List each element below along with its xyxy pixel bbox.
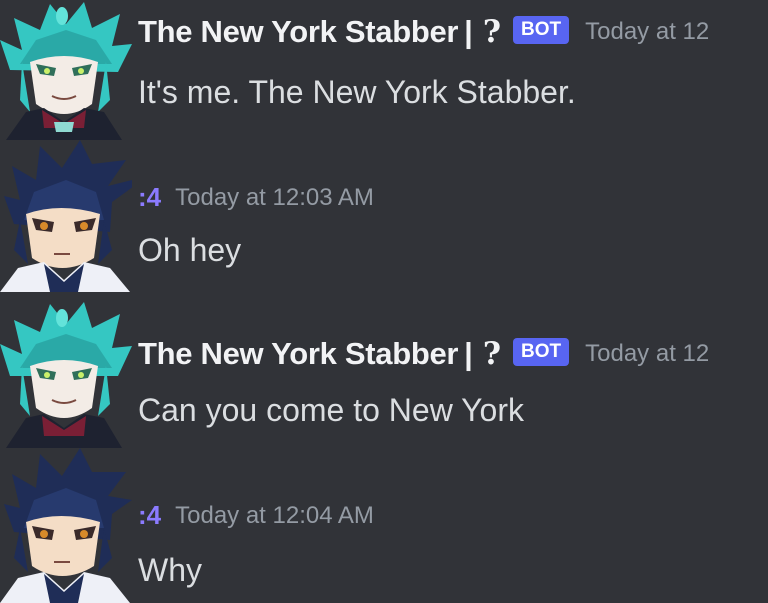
username[interactable]: The New York Stabber [138, 14, 458, 50]
username[interactable]: :4 [138, 500, 161, 531]
bot-badge: BOT [513, 16, 570, 44]
bot-badge: BOT [513, 338, 570, 366]
message-header: The New York Stabber | ? BOT Today at 12 [138, 14, 709, 50]
timestamp[interactable]: Today at 12 [585, 340, 709, 368]
timestamp[interactable]: Today at 12:03 AM [175, 184, 374, 212]
message-text: It's me. The New York Stabber. [138, 74, 576, 110]
message-text: Why [138, 552, 202, 588]
name-separator: | [464, 336, 473, 371]
username[interactable]: The New York Stabber [138, 336, 458, 372]
message-group: :4 Today at 12:04 AM Why [0, 448, 768, 603]
name-decoration: ? [482, 336, 502, 372]
message-text: Can you come to New York [138, 392, 524, 428]
chat-log: The New York Stabber | ? BOT Today at 12… [0, 0, 768, 603]
name-decoration: ? [482, 14, 502, 50]
message-header: The New York Stabber | ? BOT Today at 12 [138, 336, 709, 372]
timestamp[interactable]: Today at 12 [585, 18, 709, 46]
cyan-hair-avatar-icon[interactable] [0, 0, 132, 140]
message-group: The New York Stabber | ? BOT Today at 12… [0, 296, 768, 448]
message-group: The New York Stabber | ? BOT Today at 12… [0, 0, 768, 140]
message-group: :4 Today at 12:03 AM Oh hey [0, 140, 768, 292]
username[interactable]: :4 [138, 182, 161, 213]
name-separator: | [464, 14, 473, 49]
cyan-hair-avatar-icon[interactable] [0, 296, 132, 448]
message-header: :4 Today at 12:03 AM [138, 182, 374, 213]
message-text: Oh hey [138, 232, 242, 268]
navy-hair-avatar-icon[interactable] [0, 448, 132, 603]
message-header: :4 Today at 12:04 AM [138, 500, 374, 531]
navy-hair-avatar-icon[interactable] [0, 140, 132, 292]
timestamp[interactable]: Today at 12:04 AM [175, 502, 374, 530]
